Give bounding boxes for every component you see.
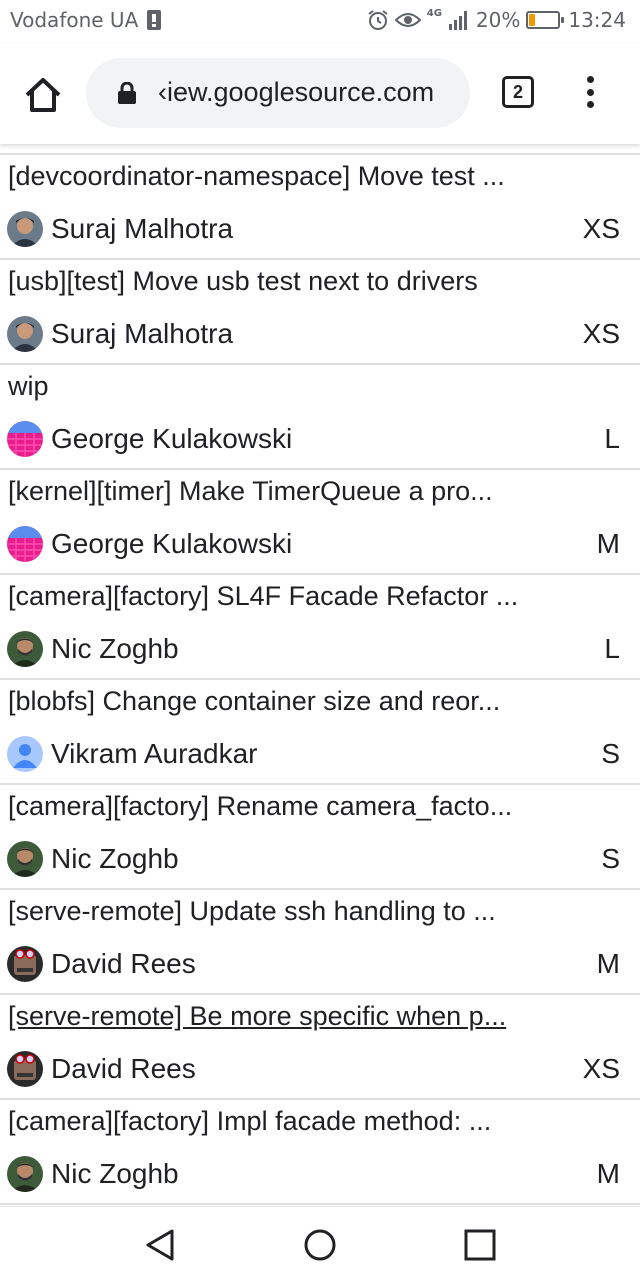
owner-name[interactable]: Nic Zoghb — [51, 843, 179, 875]
change-size: M — [596, 948, 620, 979]
nav-bar — [0, 1206, 640, 1280]
change-size: S — [601, 843, 620, 874]
battery-percent: 20% — [475, 8, 521, 32]
owner-avatar — [7, 1051, 43, 1087]
change-size: S — [601, 738, 620, 769]
owner-avatar — [7, 421, 43, 457]
owner-name[interactable]: David Rees — [51, 948, 196, 980]
change-title[interactable]: [serve-remote] Be more specific when p..… — [8, 1001, 506, 1032]
owner-avatar — [7, 1156, 43, 1192]
recents-square-icon[interactable] — [462, 1227, 498, 1263]
status-bar: Vodafone UA 4G 20% 13:24 — [0, 0, 640, 44]
status-right: 4G 20% 13:24 — [367, 8, 626, 32]
change-row[interactable]: wip George Kulakowski L — [0, 365, 640, 470]
change-size: M — [596, 1158, 620, 1189]
address-bar[interactable]: ‹iew.googlesource.com — [86, 58, 470, 128]
change-size: L — [604, 423, 620, 454]
owner-name[interactable]: George Kulakowski — [51, 528, 292, 560]
sim-icon — [147, 10, 162, 30]
alarm-icon — [368, 10, 388, 30]
more-vert-icon[interactable] — [578, 72, 602, 112]
back-triangle-icon[interactable] — [142, 1227, 178, 1263]
owner-name[interactable]: Suraj Malhotra — [51, 318, 233, 350]
signal-icon — [448, 11, 467, 30]
change-size: XS — [582, 1053, 620, 1084]
lock-icon — [118, 82, 136, 104]
change-row[interactable]: [serve-remote] Be more specific when p..… — [0, 995, 640, 1100]
change-title[interactable]: [camera][factory] Impl facade method: ..… — [8, 1106, 491, 1137]
change-list: [devcoordinator-namespace] Move test ...… — [0, 144, 640, 1206]
owner-avatar — [7, 841, 43, 877]
change-title[interactable]: [blobfs] Change container size and reor.… — [8, 686, 500, 717]
carrier-label: Vodafone UA — [10, 8, 139, 32]
home-icon[interactable] — [22, 74, 64, 116]
owner-avatar — [7, 316, 43, 352]
change-size: XS — [582, 213, 620, 244]
owner-avatar — [7, 736, 43, 772]
change-row[interactable]: [camera][factory] Rename camera_facto...… — [0, 785, 640, 890]
owner-name[interactable]: David Rees — [51, 1053, 196, 1085]
owner-name[interactable]: Nic Zoghb — [51, 633, 179, 665]
owner-avatar — [7, 526, 43, 562]
change-title[interactable]: [devcoordinator-namespace] Move test ... — [8, 161, 505, 192]
home-circle-icon[interactable] — [302, 1227, 338, 1263]
owner-avatar — [7, 631, 43, 667]
battery-icon — [526, 11, 565, 29]
tab-switcher-button[interactable]: 2 — [502, 76, 534, 108]
url-text: ‹iew.googlesource.com — [158, 77, 435, 107]
network-type-label: 4G — [426, 8, 442, 19]
owner-name[interactable]: George Kulakowski — [51, 423, 292, 455]
owner-name[interactable]: Vikram Auradkar — [51, 738, 257, 770]
battery-level-fill — [529, 14, 536, 26]
change-size: XS — [582, 318, 620, 349]
change-row[interactable]: [kernel][timer] Make TimerQueue a pro...… — [0, 470, 640, 575]
owner-name[interactable]: Suraj Malhotra — [51, 213, 233, 245]
change-size: L — [604, 633, 620, 664]
owner-avatar — [7, 946, 43, 982]
change-title[interactable]: [camera][factory] SL4F Facade Refactor .… — [8, 581, 518, 612]
change-title[interactable]: [usb][test] Move usb test next to driver… — [8, 266, 478, 297]
change-title[interactable]: [camera][factory] Rename camera_facto... — [8, 791, 512, 822]
change-row[interactable]: [blobfs] Change container size and reor.… — [0, 680, 640, 785]
change-row[interactable]: [camera][factory] Impl facade method: ..… — [0, 1100, 640, 1205]
browser-toolbar: ‹iew.googlesource.com 2 — [0, 44, 640, 144]
change-row[interactable]: [devcoordinator-namespace] Move test ...… — [0, 155, 640, 260]
partial-row — [0, 144, 640, 155]
change-row[interactable]: [serve-remote] Update ssh handling to ..… — [0, 890, 640, 995]
eye-icon — [394, 13, 421, 27]
change-title[interactable]: [kernel][timer] Make TimerQueue a pro... — [8, 476, 493, 507]
change-size: M — [596, 528, 620, 559]
change-row[interactable]: [camera][factory] SL4F Facade Refactor .… — [0, 575, 640, 680]
clock: 13:24 — [568, 8, 626, 32]
change-title[interactable]: [serve-remote] Update ssh handling to ..… — [8, 896, 496, 927]
owner-avatar — [7, 211, 43, 247]
owner-name[interactable]: Nic Zoghb — [51, 1158, 179, 1190]
change-title[interactable]: wip — [8, 371, 49, 402]
status-left: Vodafone UA — [10, 8, 162, 32]
change-row[interactable]: [usb][test] Move usb test next to driver… — [0, 260, 640, 365]
